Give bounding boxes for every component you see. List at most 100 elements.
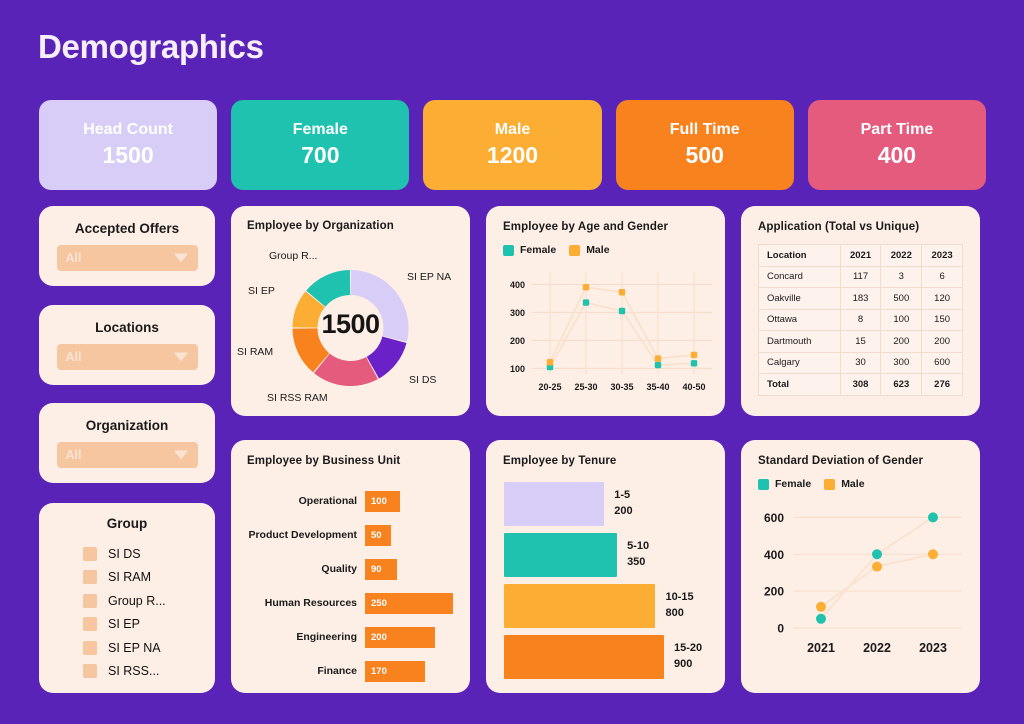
chart-title: Standard Deviation of Gender [758, 455, 924, 467]
bar-value-label: 50 [371, 529, 382, 541]
table-row[interactable]: Concard 117 3 6 [758, 265, 963, 288]
bar-row[interactable]: 5-10 350 [486, 529, 725, 580]
standard-deviation-of-gender-card: Standard Deviation of Gender Female Male… [741, 440, 980, 693]
svg-text:30-35: 30-35 [610, 382, 633, 392]
chart-legend: Female Male [503, 244, 610, 256]
kpi-value: 500 [685, 142, 724, 168]
legend-swatch-icon [824, 478, 836, 490]
filter-value: All [65, 251, 82, 265]
bar [504, 481, 605, 526]
svg-text:2021: 2021 [807, 641, 835, 655]
filter-value: All [65, 350, 82, 364]
chevron-down-icon [173, 253, 188, 263]
table-row[interactable]: Total 308 623 276 [758, 373, 963, 396]
group-item-label: SI EP [108, 617, 140, 632]
column-header-2022: 2022 [880, 244, 923, 267]
group-legend-list: SI DS SI RAM Group R... SI EP SI EP NA S… [39, 542, 215, 683]
table-row[interactable]: Dartmouth 15 200 200 [758, 330, 963, 353]
legend-item-male[interactable]: Male [569, 244, 610, 256]
legend-label: Male [586, 244, 610, 256]
bar-row[interactable]: Engineering 200 [231, 620, 470, 654]
svg-text:400: 400 [764, 548, 784, 562]
kpi-card-head-count[interactable]: Head Count 1500 [39, 100, 218, 190]
svg-text:2022: 2022 [863, 641, 891, 655]
donut-label-si-ep-na: SI EP NA [407, 271, 452, 283]
cell-value: 183 [839, 287, 882, 310]
bar-category-label: Engineering [296, 631, 357, 643]
bar-label-group: 15-20 900 [674, 641, 702, 673]
cell-location: Oakville [758, 287, 841, 310]
group-item-label: Group R... [108, 593, 166, 608]
bar-category-label: 1-5 [614, 488, 631, 501]
accepted-offers-dropdown[interactable]: All [56, 245, 198, 271]
kpi-card-male[interactable]: Male 1200 [423, 100, 602, 190]
table-row[interactable]: Ottawa 8 100 150 [758, 308, 963, 331]
bar [504, 583, 656, 628]
bar-row[interactable]: Human Resources 250 [231, 586, 470, 620]
cell-value: 150 [921, 308, 963, 331]
list-item[interactable]: SI RAM [83, 566, 215, 590]
kpi-card-full-time[interactable]: Full Time 500 [615, 100, 794, 190]
svg-text:400: 400 [510, 280, 525, 290]
bar-label-group: 5-10 350 [627, 539, 649, 571]
bar-row[interactable]: Quality 90 [231, 552, 470, 586]
application-total-vs-unique-card: Application (Total vs Unique) Location 2… [741, 206, 980, 416]
bar: 250 [365, 592, 453, 614]
cell-location: Total [758, 373, 841, 396]
group-legend-title: Group [106, 516, 148, 531]
bar-row[interactable]: 1-5 200 [486, 478, 725, 529]
legend-item-female[interactable]: Female [503, 244, 556, 256]
color-swatch-icon [83, 546, 97, 561]
column-header-location: Location [758, 244, 841, 267]
employee-by-age-and-gender-card: Employee by Age and Gender Female Male 1… [486, 206, 725, 416]
kpi-card-female[interactable]: Female 700 [231, 100, 410, 190]
business-unit-bar-list: Operational 100 Product Development 50 Quali… [231, 484, 470, 688]
filter-label: Locations [95, 320, 159, 335]
bar: 50 [365, 524, 391, 546]
legend-swatch-icon [569, 244, 581, 256]
bar-value-label: 170 [371, 665, 387, 677]
list-item[interactable]: Group R... [83, 589, 215, 613]
bar-row[interactable]: Finance 170 [231, 654, 470, 688]
kpi-row: Head Count 1500 Female 700 Male 1200 Ful… [39, 100, 987, 190]
bar-value-label: 800 [665, 606, 684, 619]
bar-row[interactable]: 15-20 900 [486, 631, 725, 682]
color-swatch-icon [83, 664, 97, 679]
bar-value-label: 200 [371, 631, 387, 643]
bar-category-label: 5-10 [627, 539, 650, 552]
bar-value-label: 350 [627, 555, 646, 568]
list-item[interactable]: SI RSS... [83, 660, 215, 684]
list-item[interactable]: SI EP NA [83, 636, 215, 660]
column-header-2021: 2021 [839, 244, 882, 267]
cell-value: 600 [921, 351, 963, 374]
svg-text:25-30: 25-30 [574, 382, 597, 392]
filter-organization: Organization All [39, 403, 215, 483]
list-item[interactable]: SI EP [83, 613, 215, 637]
group-item-label: SI RAM [108, 570, 152, 585]
employee-by-organization-card: Employee by Organization 1500 SI EP NA S… [231, 206, 470, 416]
bar-row[interactable]: Operational 100 [231, 484, 470, 518]
kpi-card-part-time[interactable]: Part Time 400 [807, 100, 987, 190]
cell-value: 120 [921, 287, 963, 310]
locations-dropdown[interactable]: All [56, 344, 198, 370]
list-item[interactable]: SI DS [83, 542, 215, 566]
donut-label-group-r: Group R... [269, 250, 318, 262]
bar-row[interactable]: Product Development 50 [231, 518, 470, 552]
group-item-label: SI EP NA [108, 640, 161, 655]
organization-dropdown[interactable]: All [56, 442, 198, 468]
legend-item-female[interactable]: Female [758, 478, 811, 490]
svg-text:0: 0 [777, 622, 784, 636]
bar-value-label: 250 [371, 597, 387, 609]
employee-by-tenure-card: Employee by Tenure 1-5 200 5-10 350 10-15 800… [486, 440, 725, 693]
bar-row[interactable]: 10-15 800 [486, 580, 725, 631]
filter-locations: Locations All [39, 305, 215, 385]
cell-value: 500 [880, 287, 923, 310]
kpi-label: Head Count [83, 121, 173, 138]
bar [504, 532, 618, 577]
table-row[interactable]: Oakville 183 500 120 [758, 287, 963, 310]
table-row[interactable]: Calgary 30 300 600 [758, 351, 963, 374]
svg-text:600: 600 [764, 511, 784, 525]
cell-value: 15 [839, 330, 882, 353]
legend-item-male[interactable]: Male [824, 478, 865, 490]
age-line-chart-svg: 100 200 300 400 20-25 25-30 30-35 35-40 40-50 [510, 272, 712, 392]
